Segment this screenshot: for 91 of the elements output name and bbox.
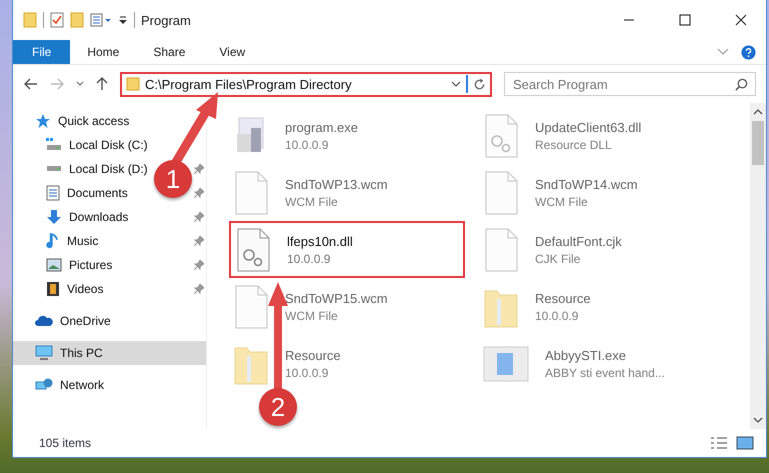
film-icon xyxy=(46,281,60,297)
file-detail: 10.0.0.9 xyxy=(287,252,332,266)
sidebar-item[interactable]: Pictures xyxy=(13,253,116,277)
file-item[interactable]: lfeps10n.dll 10.0.0.9 xyxy=(229,221,465,278)
file-name: program.exe xyxy=(285,120,358,134)
ribbon-tab[interactable]: Share xyxy=(136,40,202,64)
pin-icon[interactable] xyxy=(194,164,204,174)
search-icon[interactable] xyxy=(735,78,748,91)
file-item[interactable]: UpdateClient63.dll Resource DLL xyxy=(479,107,729,164)
gear-file-icon xyxy=(483,114,519,158)
file-item[interactable]: SndToWP15.wcm WCM File xyxy=(229,278,479,335)
pin-icon[interactable] xyxy=(194,212,204,222)
file-item[interactable]: program.exe 10.0.0.9 xyxy=(229,107,479,164)
details-view-icon[interactable] xyxy=(710,436,728,450)
chevron-down-icon[interactable] xyxy=(753,417,763,423)
sidebar-item[interactable]: Local Disk (C:) xyxy=(13,133,152,157)
file-icon xyxy=(233,170,269,214)
sidebar-item[interactable]: Downloads xyxy=(13,205,132,229)
address-field[interactable]: C:\Program Files\Program Directory xyxy=(120,72,492,96)
file-detail: WCM File xyxy=(285,194,339,208)
file-detail: 10.0.0.9 xyxy=(285,138,330,152)
cloud-icon xyxy=(35,314,53,328)
file-detail: 10.0.0.9 xyxy=(535,308,580,322)
folder-icon xyxy=(126,77,140,91)
file-icon xyxy=(483,170,519,214)
search-field[interactable]: Search Program xyxy=(504,72,756,96)
file-item[interactable]: SndToWP14.wcm WCM File xyxy=(479,164,729,221)
file-item[interactable]: SndToWP13.wcm WCM File xyxy=(229,164,479,221)
sidebar-item[interactable]: Quick access xyxy=(13,109,134,133)
chevron-down-icon[interactable] xyxy=(76,81,84,87)
sidebar-item[interactable]: Music xyxy=(13,229,102,253)
help-icon[interactable] xyxy=(741,44,756,60)
scrollbar-thumb[interactable] xyxy=(752,121,764,165)
file-item[interactable]: Resource 10.0.0.9 xyxy=(479,278,729,335)
ribbon-tab[interactable]: Home xyxy=(70,40,136,64)
monitor-icon xyxy=(35,345,53,361)
maximize-icon[interactable] xyxy=(679,14,691,26)
refresh-icon[interactable] xyxy=(473,78,486,90)
back-arrow-icon[interactable] xyxy=(24,78,38,90)
file-detail: Resource DLL xyxy=(535,138,613,152)
window-title: Program xyxy=(141,12,191,28)
file-name: SndToWP14.wcm xyxy=(535,176,638,192)
file-name: SndToWP13.wcm xyxy=(285,176,388,192)
file-item[interactable]: AbbyySTI.exe ABBY sti event hand... xyxy=(479,335,729,392)
up-arrow-icon[interactable] xyxy=(96,77,108,91)
sidebar-item[interactable]: Network xyxy=(13,373,108,397)
properties-icon[interactable] xyxy=(90,13,112,27)
file-item[interactable]: DefaultFont.cjk CJK File xyxy=(479,221,729,278)
large-icons-view-icon[interactable] xyxy=(736,436,754,450)
file-name: SndToWP15.wcm xyxy=(285,290,388,306)
star-icon xyxy=(35,113,51,129)
window-icon xyxy=(483,346,529,382)
dropdown-icon[interactable] xyxy=(118,14,128,26)
pin-icon[interactable] xyxy=(194,188,204,198)
sidebar-item[interactable]: This PC xyxy=(13,341,206,365)
drive-icon xyxy=(46,166,62,172)
file-name: Resource xyxy=(285,348,341,362)
close-icon[interactable] xyxy=(735,14,747,26)
scrollbar[interactable] xyxy=(750,103,766,429)
picture-icon xyxy=(46,258,62,272)
pin-icon[interactable] xyxy=(194,284,204,294)
chevron-down-icon[interactable] xyxy=(451,81,461,87)
file-detail: WCM File xyxy=(535,194,589,208)
file-icon xyxy=(483,228,519,272)
file-icon xyxy=(233,284,269,328)
file-name: Resource xyxy=(535,290,591,306)
gear-file-icon xyxy=(235,228,271,272)
sidebar-item[interactable]: Videos xyxy=(13,277,108,301)
document-icon xyxy=(46,185,60,201)
chevron-up-icon[interactable] xyxy=(753,109,763,115)
drive-icon xyxy=(46,138,62,152)
ribbon-tab[interactable]: View xyxy=(202,40,262,64)
file-detail: 10.0.0.9 xyxy=(285,366,330,380)
file-name: lfeps10n.dll xyxy=(287,234,353,248)
pin-icon[interactable] xyxy=(194,260,204,270)
file-name: DefaultFont.cjk xyxy=(535,234,622,248)
music-note-icon xyxy=(46,233,60,249)
sidebar-item[interactable]: Documents xyxy=(13,181,132,205)
pin-icon[interactable] xyxy=(194,236,204,246)
file-detail: ABBY sti event hand... xyxy=(545,366,665,380)
file-name: AbbyySTI.exe xyxy=(545,348,627,362)
item-count: 105 items xyxy=(39,436,92,450)
sidebar-item[interactable]: OneDrive xyxy=(13,309,115,333)
sidebar-item[interactable]: Local Disk (D:) xyxy=(13,157,152,181)
checklist-icon[interactable] xyxy=(50,12,64,28)
file-detail: WCM File xyxy=(285,308,339,322)
file-detail: CJK File xyxy=(535,252,582,266)
address-path: C:\Program Files\Program Directory xyxy=(145,76,352,92)
down-arrow-icon xyxy=(46,209,62,225)
file-name: UpdateClient63.dll xyxy=(535,120,642,134)
ribbon-tab[interactable]: File xyxy=(13,40,70,64)
